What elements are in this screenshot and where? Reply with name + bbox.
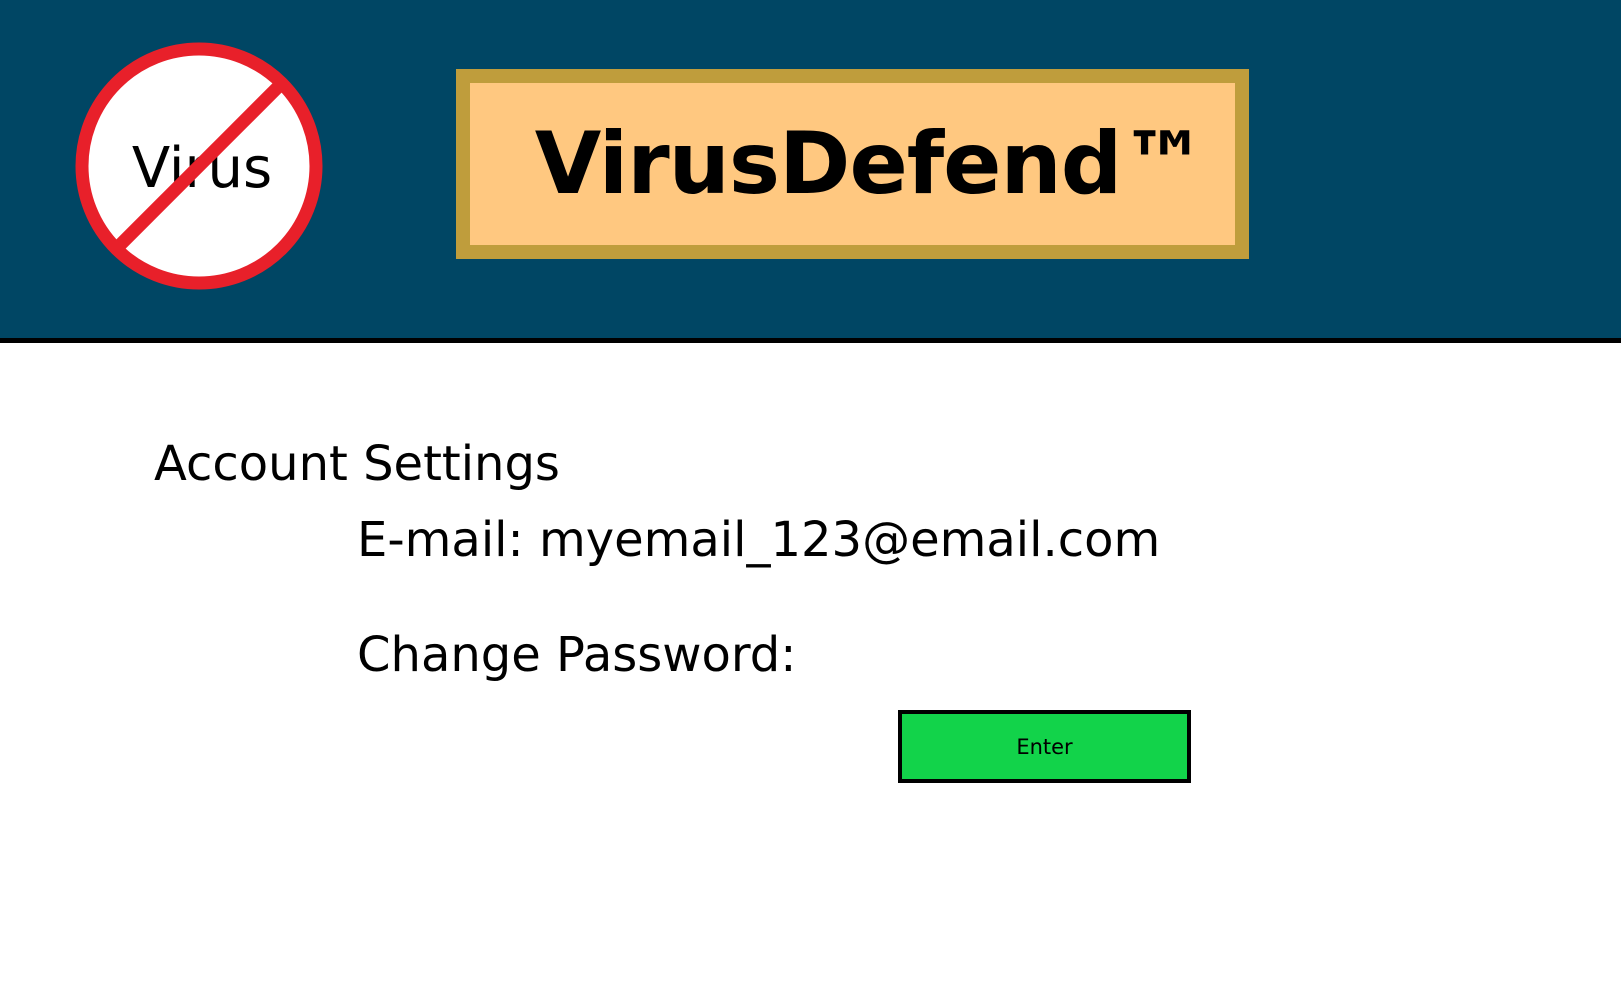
- email-value: myemail_123@email.com: [538, 512, 1161, 568]
- change-password-label: Change Password:: [357, 627, 797, 683]
- page-title: Account Settings: [154, 436, 560, 492]
- enter-button[interactable]: Enter: [898, 710, 1191, 783]
- email-row: E-mail: myemail_123@email.com: [357, 512, 1160, 568]
- logo: Virus: [75, 42, 323, 290]
- app-header: Virus VirusDefend™: [0, 0, 1621, 343]
- no-virus-prohibition-icon: Virus: [75, 42, 323, 290]
- email-label: E-mail:: [357, 512, 524, 568]
- app-title: VirusDefend™: [534, 114, 1208, 214]
- app-title-box: VirusDefend™: [456, 69, 1249, 259]
